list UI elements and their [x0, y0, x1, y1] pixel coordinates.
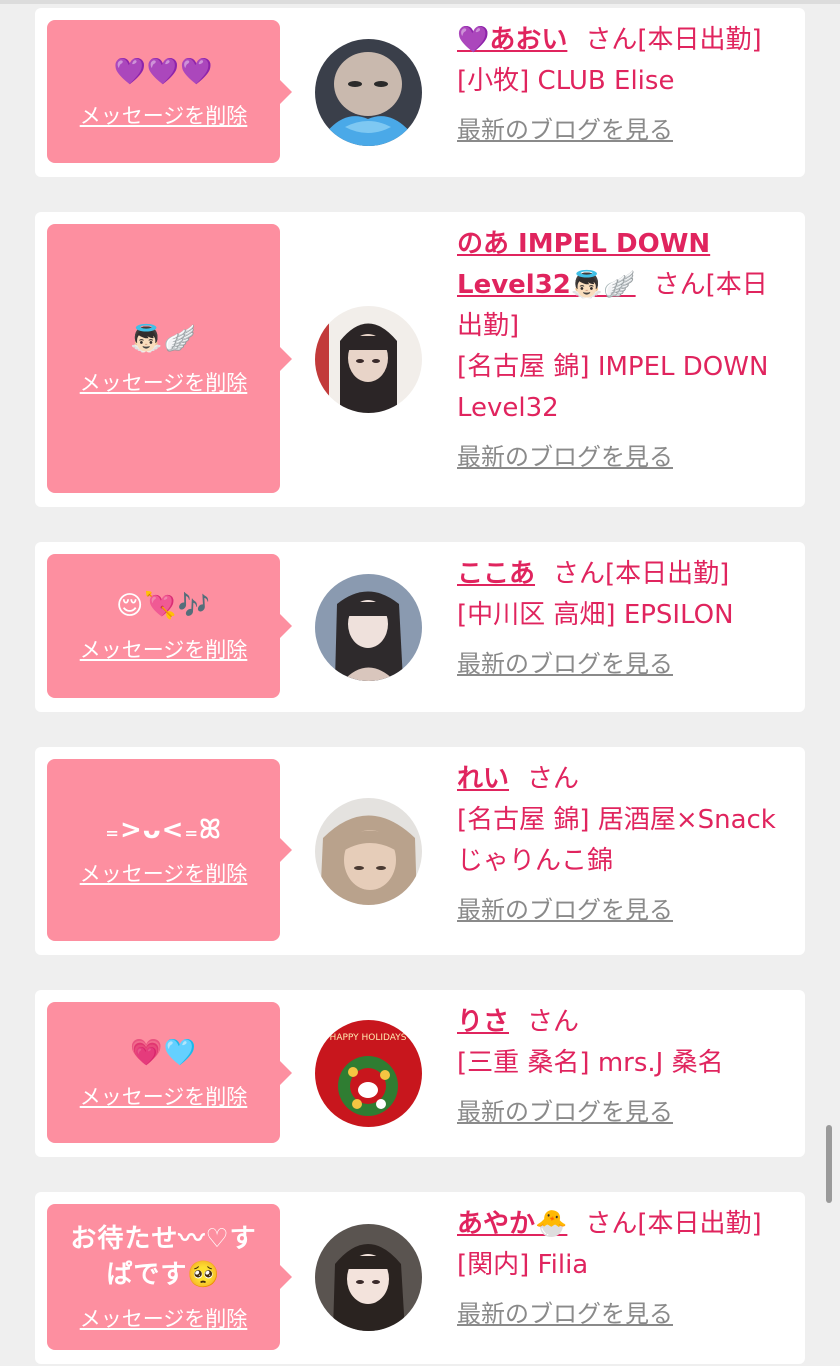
- message-card: 👼🏻🪽 メッセージを削除 のあ IMPEL DOWN Level32👼🏻🪽 さん[…: [35, 212, 805, 507]
- honorific: さん: [585, 1209, 638, 1239]
- cast-name-link[interactable]: りさ: [457, 1007, 509, 1037]
- shop-name: [名古屋 錦] IMPEL DOWN Level32: [457, 352, 769, 423]
- avatar[interactable]: [315, 574, 422, 681]
- message-text: お待たせ〰♡すぱです🥺: [70, 1224, 257, 1290]
- honorific: さん: [527, 1007, 580, 1037]
- avatar[interactable]: [315, 1224, 422, 1331]
- cast-info: ここあ さん[本日出勤] [中川区 高畑] EPSILON 最新のブログを見る: [457, 554, 792, 685]
- view-blog-link[interactable]: 最新のブログを見る: [457, 890, 673, 931]
- view-blog-link[interactable]: 最新のブログを見る: [457, 1092, 673, 1133]
- message-bubble: 💜💜💜 メッセージを削除: [47, 20, 292, 163]
- honorific: さん: [553, 559, 606, 589]
- cast-info: 💜あおい さん[本日出勤] [小牧] CLUB Elise 最新のブログを見る: [457, 20, 792, 151]
- message-bubble: ₌>ᴗ<₌ꕤ メッセージを削除: [47, 759, 292, 941]
- message-bubble: 💗🩵 メッセージを削除: [47, 1002, 292, 1143]
- avatar[interactable]: HAPPY HOLIDAYS: [315, 1020, 422, 1127]
- view-blog-link[interactable]: 最新のブログを見る: [457, 644, 673, 685]
- delete-message-link[interactable]: メッセージを削除: [80, 1081, 248, 1111]
- delete-message-link[interactable]: メッセージを削除: [80, 858, 248, 888]
- message-card: 😌💘🎶 メッセージを削除 ここあ さん[本日出勤] [中川区 高畑] EPSILO…: [35, 542, 805, 712]
- delete-message-link[interactable]: メッセージを削除: [80, 100, 248, 130]
- avatar[interactable]: [315, 306, 422, 413]
- cast-info: あやか🐣 さん[本日出勤] [関内] Filia 最新のブログを見る: [457, 1204, 792, 1335]
- cast-info: のあ IMPEL DOWN Level32👼🏻🪽 さん[本日出勤] [名古屋 錦]…: [457, 224, 792, 478]
- avatar[interactable]: [315, 798, 422, 905]
- cast-name-link[interactable]: あやか🐣: [457, 1209, 567, 1239]
- message-card: ₌>ᴗ<₌ꕤ メッセージを削除 れい さん [名古屋 錦] 居酒屋×Snack じ…: [35, 747, 805, 955]
- shop-name: [名古屋 錦] 居酒屋×Snack じゃりんこ錦: [457, 805, 776, 876]
- view-blog-link[interactable]: 最新のブログを見る: [457, 1294, 673, 1335]
- message-card: 💗🩵 メッセージを削除 HAPPY HOLIDAYS りさ さん [三重 桑名] …: [35, 990, 805, 1157]
- shop-name: [三重 桑名] mrs.J 桑名: [457, 1048, 724, 1078]
- cast-name-link[interactable]: ここあ: [457, 559, 535, 589]
- status-badge: [本日出勤]: [605, 559, 730, 589]
- cast-name-link[interactable]: 💜あおい: [457, 25, 567, 55]
- avatar-caption: HAPPY HOLIDAYS: [330, 1033, 407, 1043]
- honorific: さん: [585, 25, 638, 55]
- message-text: 😌💘🎶: [116, 591, 211, 621]
- delete-message-link[interactable]: メッセージを削除: [80, 634, 248, 664]
- top-strip: [0, 0, 840, 4]
- message-card: 💜💜💜 メッセージを削除 💜あおい さん[本日出勤] [小牧] CLUB Elis…: [35, 8, 805, 177]
- message-bubble: 😌💘🎶 メッセージを削除: [47, 554, 292, 698]
- message-text: ₌>ᴗ<₌ꕤ: [105, 815, 222, 845]
- delete-message-link[interactable]: メッセージを削除: [80, 367, 248, 397]
- status-badge: [本日出勤]: [637, 25, 762, 55]
- cast-info: れい さん [名古屋 錦] 居酒屋×Snack じゃりんこ錦 最新のブログを見る: [457, 759, 792, 931]
- shop-name: [中川区 高畑] EPSILON: [457, 600, 734, 630]
- message-card: お待たせ〰♡すぱです🥺 メッセージを削除 あやか🐣 さん[本日出勤] [関内] F…: [35, 1192, 805, 1364]
- avatar[interactable]: [315, 39, 422, 146]
- message-text: 👼🏻🪽: [130, 323, 197, 354]
- view-blog-link[interactable]: 最新のブログを見る: [457, 110, 673, 151]
- view-blog-link[interactable]: 最新のブログを見る: [457, 437, 673, 478]
- message-bubble: お待たせ〰♡すぱです🥺 メッセージを削除: [47, 1204, 292, 1350]
- message-text: 💜💜💜: [113, 56, 214, 87]
- honorific: さん: [653, 270, 706, 300]
- message-text: 💗🩵: [130, 1037, 197, 1068]
- honorific: さん: [527, 764, 580, 794]
- cast-info: りさ さん [三重 桑名] mrs.J 桑名 最新のブログを見る: [457, 1002, 792, 1133]
- shop-name: [関内] Filia: [457, 1250, 589, 1280]
- shop-name: [小牧] CLUB Elise: [457, 66, 675, 96]
- status-badge: [本日出勤]: [637, 1209, 762, 1239]
- cast-name-link[interactable]: れい: [457, 764, 509, 794]
- delete-message-link[interactable]: メッセージを削除: [80, 1303, 248, 1333]
- scrollbar[interactable]: [826, 1125, 832, 1203]
- message-bubble: 👼🏻🪽 メッセージを削除: [47, 224, 292, 493]
